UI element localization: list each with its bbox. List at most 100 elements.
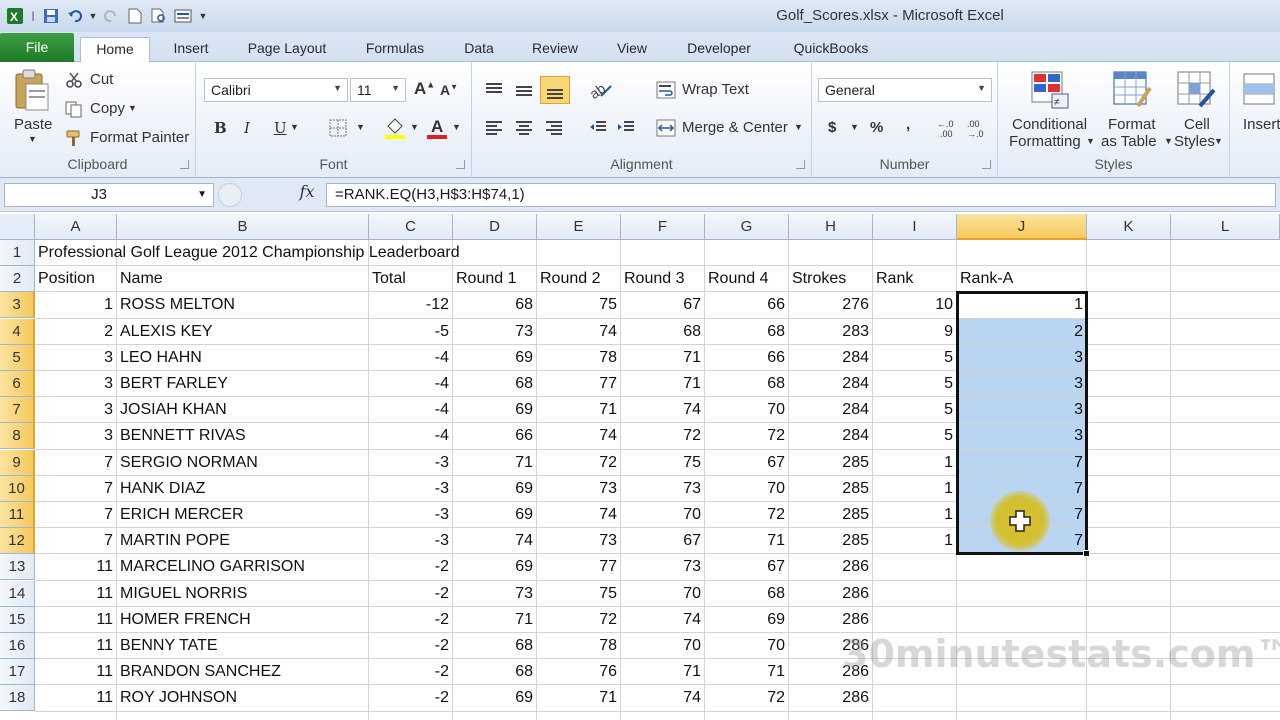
table-cell[interactable]: 74 (621, 607, 705, 633)
font-color-dropdown-icon[interactable]: ▼ (452, 122, 461, 132)
column-header-h[interactable]: H (789, 214, 873, 240)
currency-button[interactable]: $ (828, 119, 836, 136)
table-cell[interactable] (957, 685, 1087, 711)
formula-input[interactable]: =RANK.EQ(H3,H$3:H$74,1) (326, 183, 1276, 207)
table-cell[interactable]: 286 (789, 554, 873, 580)
tab-data[interactable]: Data (452, 37, 506, 62)
insert-cells-button[interactable]: Insert (1243, 116, 1280, 133)
conditional-formatting-icon[interactable]: ≠ (1030, 70, 1070, 110)
table-cell[interactable]: ALEXIS KEY (117, 319, 369, 345)
tab-view[interactable]: View (604, 37, 660, 62)
tab-file[interactable]: File (0, 33, 74, 62)
comma-button[interactable]: , (906, 116, 910, 133)
table-cell[interactable]: 5 (873, 345, 957, 371)
format-painter-button[interactable]: Format Painter (90, 129, 189, 146)
table-cell[interactable]: 73 (537, 476, 621, 502)
table-cell[interactable]: 3 (35, 397, 117, 423)
borders-dropdown-icon[interactable]: ▼ (356, 122, 365, 132)
row-header-7[interactable]: 7 (0, 397, 35, 423)
paste-button[interactable]: Paste (14, 116, 52, 133)
percent-button[interactable]: % (870, 119, 883, 136)
table-cell[interactable] (873, 607, 957, 633)
table-cell[interactable]: 285 (789, 528, 873, 554)
table-cell[interactable]: 70 (621, 633, 705, 659)
sheet-title-cell[interactable]: Professional Golf League 2012 Championsh… (35, 240, 460, 266)
table-cell[interactable]: MIGUEL NORRIS (117, 581, 369, 607)
row-header-17[interactable]: 17 (0, 659, 35, 685)
decrease-decimal-icon[interactable]: .00 →.0 (966, 116, 992, 140)
increase-decimal-icon[interactable]: ←.0.00 (936, 116, 962, 140)
column-heading-cell[interactable]: Name (117, 266, 369, 292)
table-cell[interactable]: 283 (789, 319, 873, 345)
table-cell[interactable]: 75 (621, 450, 705, 476)
table-cell[interactable]: 10 (873, 292, 957, 318)
table-cell[interactable]: 70 (705, 633, 789, 659)
underline-button[interactable]: U (274, 119, 287, 137)
table-cell[interactable]: JOSIAH KHAN (117, 397, 369, 423)
table-cell[interactable]: 74 (453, 528, 537, 554)
table-cell[interactable]: -4 (369, 371, 453, 397)
conditional-formatting-label-2[interactable]: Formatting (1009, 133, 1081, 150)
orientation-icon[interactable]: ab (586, 78, 616, 102)
table-cell[interactable]: 75 (537, 581, 621, 607)
table-cell[interactable]: BENNETT RIVAS (117, 423, 369, 449)
table-cell[interactable]: BRANDON SANCHEZ (117, 659, 369, 685)
table-cell[interactable]: 285 (789, 450, 873, 476)
wrap-text-icon[interactable] (654, 78, 678, 102)
row-header-12[interactable]: 12 (0, 528, 35, 554)
table-cell[interactable]: 72 (621, 423, 705, 449)
table-cell[interactable]: 11 (35, 581, 117, 607)
table-cell[interactable]: 67 (621, 292, 705, 318)
table-cell[interactable]: 71 (705, 659, 789, 685)
table-cell[interactable]: -3 (369, 450, 453, 476)
table-cell[interactable]: 74 (537, 423, 621, 449)
format-painter-icon[interactable] (64, 128, 84, 148)
column-header-l[interactable]: L (1171, 214, 1280, 240)
cut-icon[interactable] (64, 70, 84, 90)
align-bottom-icon[interactable] (540, 76, 570, 104)
font-name-select[interactable]: Calibri ▼ (204, 78, 348, 102)
table-cell[interactable]: -4 (369, 397, 453, 423)
tab-home[interactable]: Home (80, 37, 150, 62)
merge-center-icon[interactable] (654, 116, 678, 140)
table-cell[interactable]: 68 (453, 371, 537, 397)
table-cell[interactable]: 71 (537, 685, 621, 711)
table-cell[interactable]: 72 (705, 423, 789, 449)
table-cell[interactable]: ERICH MERCER (117, 502, 369, 528)
table-cell[interactable]: 5 (873, 397, 957, 423)
italic-button[interactable]: I (244, 119, 250, 137)
cell-styles-dropdown-icon[interactable]: ▼ (1214, 136, 1223, 146)
table-cell[interactable]: 67 (621, 528, 705, 554)
column-header-e[interactable]: E (537, 214, 621, 240)
format-as-table-dropdown-icon[interactable]: ▼ (1164, 136, 1173, 146)
tab-formulas[interactable]: Formulas (354, 37, 436, 62)
table-cell[interactable]: MARTIN POPE (117, 528, 369, 554)
align-middle-icon[interactable] (512, 78, 536, 102)
row-header-5[interactable]: 5 (0, 345, 35, 371)
table-cell[interactable]: 286 (789, 581, 873, 607)
table-cell[interactable]: 74 (621, 397, 705, 423)
table-cell[interactable]: 75 (537, 292, 621, 318)
column-header-c[interactable]: C (369, 214, 453, 240)
column-heading-cell[interactable]: Rank-A (957, 266, 1087, 292)
column-heading-cell[interactable]: Total (369, 266, 453, 292)
column-heading-cell[interactable]: Round 3 (621, 266, 705, 292)
table-cell[interactable]: 67 (705, 450, 789, 476)
table-cell[interactable]: 11 (35, 607, 117, 633)
column-header-j[interactable]: J (957, 214, 1087, 240)
table-cell[interactable]: 70 (621, 502, 705, 528)
table-cell[interactable]: 76 (537, 659, 621, 685)
merge-center-button[interactable]: Merge & Center (682, 119, 788, 136)
table-cell[interactable]: 73 (537, 528, 621, 554)
clipboard-launcher-icon[interactable] (180, 160, 189, 169)
align-right-icon[interactable] (542, 116, 566, 140)
table-cell[interactable]: 71 (621, 659, 705, 685)
table-cell[interactable]: 68 (453, 292, 537, 318)
table-cell[interactable]: 73 (453, 319, 537, 345)
tab-review[interactable]: Review (520, 37, 590, 62)
row-header-4[interactable]: 4 (0, 319, 35, 345)
fill-color-icon[interactable] (384, 116, 406, 140)
table-cell[interactable] (873, 554, 957, 580)
table-cell[interactable]: -2 (369, 685, 453, 711)
table-cell[interactable] (873, 581, 957, 607)
